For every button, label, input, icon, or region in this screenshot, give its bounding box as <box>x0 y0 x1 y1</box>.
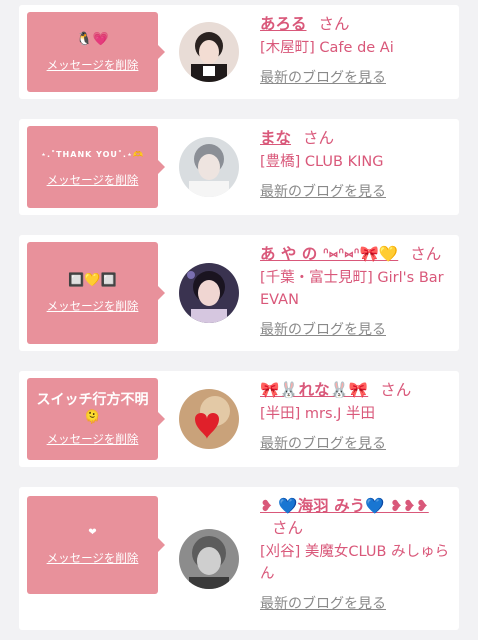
name-line: 🎀🐰れな🐰🎀 さん <box>260 379 455 401</box>
cast-name-link[interactable]: 🎀🐰れな🐰🎀 <box>260 381 368 399</box>
shop-label: [木屋町] Cafe de Ai <box>260 40 394 56</box>
message-card: ⋆.˚THANK YOU˚.⋆🫶 メッセージを削除 まな さん [豊橋] CLUB… <box>19 119 459 215</box>
message-card: 🔲💛🔲 メッセージを削除 あ や の ᐢ⑅ᐢ⑅ᐢ🎀💛 さん [千葉・富士見町] G… <box>19 235 459 351</box>
avatar-photo <box>179 529 239 589</box>
message-text: ⋆.˚THANK YOU˚.⋆🫶 <box>41 150 144 159</box>
message-list: 🐧💗 メッセージを削除 あろる さん [木屋町] Cafe de Ai 最新のブロ… <box>0 0 478 640</box>
delete-message-link[interactable]: メッセージを削除 <box>47 172 139 188</box>
cast-info: ❥ 💙海羽 みう💙 ❥❥❥ さん [刈谷] 美魔女CLUB みしゅらん 最新のブロ… <box>260 495 455 613</box>
cast-name-link[interactable]: ❥ 💙海羽 みう💙 ❥❥❥ <box>260 497 429 515</box>
delete-message-link[interactable]: メッセージを削除 <box>47 550 139 566</box>
avatar-photo <box>179 22 239 82</box>
shop-label: [豊橋] CLUB KING <box>260 154 384 170</box>
avatar[interactable] <box>179 529 239 589</box>
shop-label: [刈谷] 美魔女CLUB みしゅらん <box>260 544 450 582</box>
avatar[interactable] <box>179 22 239 82</box>
message-card: 🐧💗 メッセージを削除 あろる さん [木屋町] Cafe de Ai 最新のブロ… <box>19 5 459 99</box>
avatar[interactable] <box>179 137 239 197</box>
message-card: スイッチ行方不明 🫠 メッセージを削除 🎀🐰れな🐰🎀 さん [半田] mrs.J … <box>19 371 459 467</box>
message-emoji: 🫠 <box>84 410 101 425</box>
name-line: あ や の ᐢ⑅ᐢ⑅ᐢ🎀💛 さん <box>260 243 455 265</box>
honorific: さん <box>410 245 442 263</box>
honorific: さん <box>318 15 350 33</box>
cast-info: あろる さん [木屋町] Cafe de Ai 最新のブログを見る <box>260 13 455 87</box>
name-line: ❥ 💙海羽 みう💙 ❥❥❥ さん <box>260 495 455 539</box>
message-text: スイッチ行方不明 <box>36 392 149 408</box>
message-bubble: ❤ メッセージを削除 <box>27 496 165 594</box>
message-card: ❤ メッセージを削除 ❥ 💙海羽 みう💙 ❥❥❥ さん [刈谷] 美魔女CLUB … <box>19 487 459 630</box>
cast-info: あ や の ᐢ⑅ᐢ⑅ᐢ🎀💛 さん [千葉・富士見町] Girl's Bar EVA… <box>260 243 455 339</box>
latest-blog-link[interactable]: 最新のブログを見る <box>260 435 455 453</box>
latest-blog-link[interactable]: 最新のブログを見る <box>260 321 455 339</box>
latest-blog-link[interactable]: 最新のブログを見る <box>260 69 455 87</box>
delete-message-link[interactable]: メッセージを削除 <box>47 298 139 314</box>
cast-name-link[interactable]: あ や の ᐢ⑅ᐢ⑅ᐢ🎀💛 <box>260 245 398 263</box>
message-text: 🐧💗 <box>76 32 109 47</box>
honorific: さん <box>380 381 412 399</box>
cast-name-link[interactable]: まな <box>260 129 291 147</box>
message-text: ❤ <box>88 527 97 538</box>
message-text: 🔲💛🔲 <box>68 273 117 288</box>
message-bubble: 🐧💗 メッセージを削除 <box>27 12 165 92</box>
honorific: さん <box>303 129 335 147</box>
delete-message-link[interactable]: メッセージを削除 <box>47 431 139 447</box>
cast-info: まな さん [豊橋] CLUB KING 最新のブログを見る <box>260 127 455 201</box>
avatar-photo <box>179 389 239 449</box>
shop-label: [千葉・富士見町] Girl's Bar EVAN <box>260 270 444 308</box>
name-line: まな さん <box>260 127 455 149</box>
cast-info: 🎀🐰れな🐰🎀 さん [半田] mrs.J 半田 最新のブログを見る <box>260 379 455 453</box>
message-bubble: スイッチ行方不明 🫠 メッセージを削除 <box>27 378 165 460</box>
avatar-photo <box>179 263 239 323</box>
honorific: さん <box>272 519 304 537</box>
avatar[interactable] <box>179 389 239 449</box>
avatar[interactable] <box>179 263 239 323</box>
cast-name-link[interactable]: あろる <box>260 15 307 33</box>
name-line: あろる さん <box>260 13 455 35</box>
message-bubble: 🔲💛🔲 メッセージを削除 <box>27 242 165 344</box>
latest-blog-link[interactable]: 最新のブログを見る <box>260 183 455 201</box>
delete-message-link[interactable]: メッセージを削除 <box>47 57 139 73</box>
avatar-photo <box>179 137 239 197</box>
shop-label: [半田] mrs.J 半田 <box>260 406 376 422</box>
message-bubble: ⋆.˚THANK YOU˚.⋆🫶 メッセージを削除 <box>27 126 165 208</box>
latest-blog-link[interactable]: 最新のブログを見る <box>260 595 455 613</box>
